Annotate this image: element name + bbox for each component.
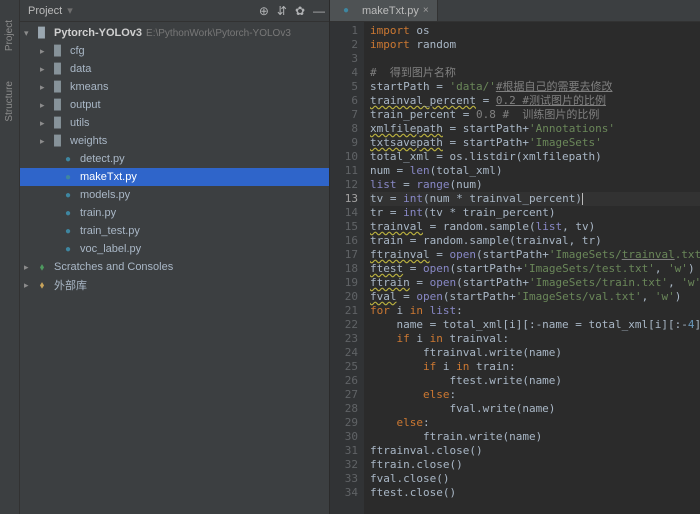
tree-root[interactable]: ▾ ▉ Pytorch-YOLOv3 E:\PythonWork\Pytorch… xyxy=(20,24,329,42)
gear-icon[interactable]: ✿ xyxy=(295,4,305,18)
editor-tab[interactable]: ● makeTxt.py × xyxy=(330,0,438,21)
project-sidebar: Project ▾ ⊕ ⇵ ✿ — ▾ ▉ Pytorch-YOLOv3 E:\… xyxy=(20,0,330,514)
tree-file[interactable]: ●voc_label.py xyxy=(20,240,329,258)
sidebar-title: Project ▾ xyxy=(24,4,73,17)
line-gutter: 1234567891011121314151617181920212223242… xyxy=(330,22,364,514)
tree-file[interactable]: ●makeTxt.py xyxy=(20,168,329,186)
tree-scratches[interactable]: ▸ ⬧ Scratches and Consoles xyxy=(20,258,329,276)
close-icon[interactable]: × xyxy=(423,5,429,16)
locate-icon[interactable]: ⊕ xyxy=(259,4,269,18)
tree-folder[interactable]: ▸▉weights xyxy=(20,132,329,150)
python-file-icon: ● xyxy=(338,5,354,16)
tree-folder[interactable]: ▸▉kmeans xyxy=(20,78,329,96)
code-area[interactable]: import osimport random # 得到图片名称startPath… xyxy=(364,22,700,514)
tree-folder[interactable]: ▸▉utils xyxy=(20,114,329,132)
tree-external[interactable]: ▸ ⬧ 外部库 xyxy=(20,276,329,294)
tree-folder[interactable]: ▸▉output xyxy=(20,96,329,114)
editor-tab-bar: ● makeTxt.py × xyxy=(330,0,700,22)
tree-file[interactable]: ●train_test.py xyxy=(20,222,329,240)
tree-folder[interactable]: ▸▉data xyxy=(20,60,329,78)
editor-body[interactable]: 1234567891011121314151617181920212223242… xyxy=(330,22,700,514)
rail-tab-project[interactable]: Project xyxy=(4,20,15,51)
tree-file[interactable]: ●train.py xyxy=(20,204,329,222)
tree-file[interactable]: ●models.py xyxy=(20,186,329,204)
tab-label: makeTxt.py xyxy=(362,5,419,17)
hide-icon[interactable]: — xyxy=(313,4,325,18)
rail-tab-structure[interactable]: Structure xyxy=(4,81,15,122)
tree-file[interactable]: ●detect.py xyxy=(20,150,329,168)
editor-pane: ● makeTxt.py × 1234567891011121314151617… xyxy=(330,0,700,514)
tree-folder[interactable]: ▸▉cfg xyxy=(20,42,329,60)
project-tree: ▾ ▉ Pytorch-YOLOv3 E:\PythonWork\Pytorch… xyxy=(20,22,329,514)
sidebar-header: Project ▾ ⊕ ⇵ ✿ — xyxy=(20,0,329,22)
tool-window-rail: Project Structure xyxy=(0,0,20,514)
expand-icon[interactable]: ⇵ xyxy=(277,4,287,18)
